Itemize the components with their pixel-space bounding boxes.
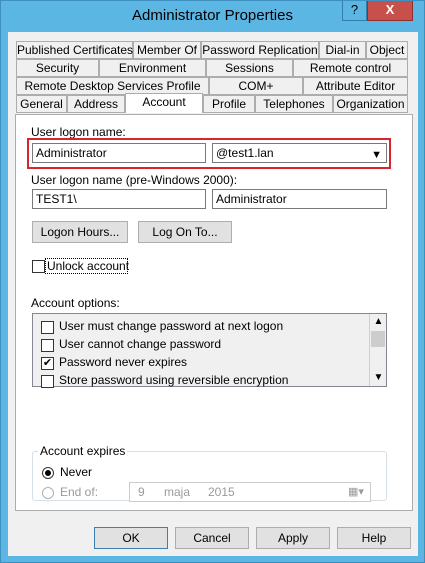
tab-member-of[interactable]: Member Of — [133, 41, 201, 59]
account-options-label: Account options: — [31, 296, 120, 310]
end-of-label: End of: — [60, 485, 99, 499]
end-of-radio[interactable] — [42, 487, 54, 499]
domain-dropdown[interactable]: @test1.lan ▼ — [212, 143, 387, 163]
properties-window: Administrator Properties ? X Published C… — [0, 0, 425, 563]
scroll-down-icon[interactable]: ▼ — [370, 370, 387, 386]
option-cannot-change-checkbox[interactable] — [41, 339, 54, 352]
option-never-expires-label: Password never expires — [59, 355, 188, 369]
help-title-button[interactable]: ? — [342, 1, 367, 21]
tab-published-certificates[interactable]: Published Certificates — [16, 41, 133, 59]
tab-general[interactable]: General — [16, 95, 67, 113]
tab-telephones[interactable]: Telephones — [255, 95, 333, 113]
logon-name-input[interactable]: Administrator — [32, 143, 206, 163]
logon-name-label: User logon name: — [31, 125, 126, 139]
end-date-month: maja — [164, 485, 191, 499]
end-date-picker[interactable]: 9 maja 2015 ▦▾ — [129, 482, 371, 502]
tab-address[interactable]: Address — [67, 95, 125, 113]
tab-environment[interactable]: Environment — [99, 59, 206, 77]
radio-dot-icon — [45, 470, 51, 476]
tab-com-plus[interactable]: COM+ — [209, 77, 303, 95]
chevron-down-icon: ▼ — [371, 149, 382, 161]
option-cannot-change-label: User cannot change password — [59, 337, 222, 351]
tab-object[interactable]: Object — [366, 41, 408, 59]
tab-attribute-editor[interactable]: Attribute Editor — [303, 77, 408, 95]
title-bar: Administrator Properties ? X — [1, 1, 424, 31]
option-must-change-label: User must change password at next logon — [59, 319, 284, 333]
help-button[interactable]: Help — [337, 527, 411, 549]
dialog-client-area: Published Certificates Member Of Passwor… — [8, 32, 418, 556]
tab-sessions[interactable]: Sessions — [206, 59, 293, 77]
scroll-up-icon[interactable]: ▲ — [370, 314, 387, 330]
account-expires-label: Account expires — [38, 444, 128, 458]
pre2000-label: User logon name (pre-Windows 2000): — [31, 173, 238, 187]
option-reversible-checkbox[interactable] — [41, 375, 54, 388]
close-button[interactable]: X — [367, 1, 413, 21]
pre2000-username-input[interactable]: Administrator — [212, 189, 387, 209]
apply-button[interactable]: Apply — [256, 527, 330, 549]
tab-profile[interactable]: Profile — [203, 95, 255, 113]
domain-dropdown-value: @test1.lan — [216, 146, 274, 160]
tab-security[interactable]: Security — [16, 59, 99, 77]
unlock-account-checkbox[interactable] — [32, 260, 45, 273]
tab-dial-in[interactable]: Dial-in — [319, 41, 366, 59]
never-radio[interactable] — [42, 467, 54, 479]
tab-organization[interactable]: Organization — [333, 95, 408, 113]
option-must-change-checkbox[interactable] — [41, 321, 54, 334]
never-label: Never — [60, 465, 93, 479]
option-never-expires-checkbox[interactable]: ✔ — [41, 357, 54, 370]
end-date-day: 9 — [138, 485, 145, 499]
calendar-icon[interactable]: ▦▾ — [348, 483, 364, 501]
tab-password-replication[interactable]: Password Replication — [201, 41, 319, 59]
end-date-year: 2015 — [208, 485, 235, 499]
logon-hours-button[interactable]: Logon Hours... — [32, 221, 128, 243]
pre2000-domain-field: TEST1\ — [32, 189, 206, 209]
account-tab-panel: User logon name: Administrator @test1.la… — [15, 114, 413, 511]
unlock-account-label[interactable]: Unlock account — [47, 259, 129, 273]
options-scrollbar[interactable]: ▲ ▼ — [369, 314, 386, 386]
scrollbar-thumb[interactable] — [371, 331, 385, 347]
cancel-button[interactable]: Cancel — [175, 527, 249, 549]
log-on-to-button[interactable]: Log On To... — [138, 221, 232, 243]
account-options-list: User must change password at next logon … — [32, 313, 387, 388]
ok-button[interactable]: OK — [94, 527, 168, 549]
tab-remote-control[interactable]: Remote control — [293, 59, 408, 77]
option-reversible-label: Store password using reversible encrypti… — [59, 373, 289, 387]
tab-account[interactable]: Account — [125, 93, 203, 113]
